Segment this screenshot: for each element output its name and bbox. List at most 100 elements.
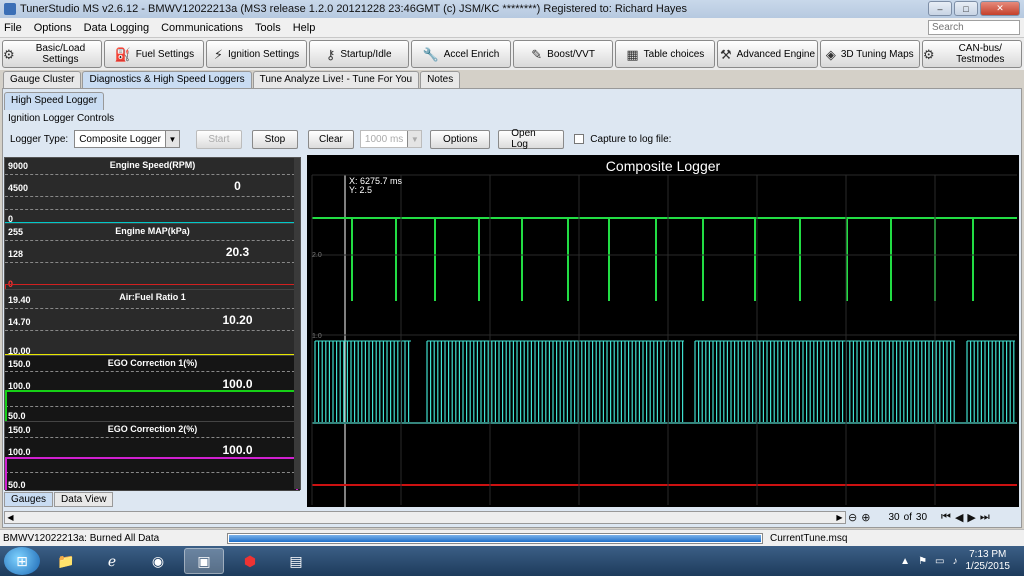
start-button[interactable]: ⊞ [4,547,40,575]
gauge-max: 150.0 [8,425,31,435]
key-icon: ⚷ [325,46,336,62]
gauge-divider [5,174,300,175]
menu-data-logging[interactable]: Data Logging [84,22,149,34]
tab-notes[interactable]: Notes [420,71,461,88]
interval-value: 1000 ms [364,133,404,145]
file-explorer-icon[interactable]: 📁 [46,548,86,574]
stop-sign-app-icon[interactable]: ⬢ [230,548,270,574]
tab-gauges[interactable]: Gauges [4,492,54,507]
startup-idle-button[interactable]: ⚷ Startup/Idle [308,40,409,68]
3d-tuning-maps-button[interactable]: ◈ 3D Tuning Maps [819,40,920,68]
gauge-divider [5,209,300,210]
minimize-button[interactable]: – [928,1,952,16]
gauge-air-fuel-ratio: Air:Fuel Ratio 1 19.40 14.70 10.00 10.20 [5,290,300,356]
logger-type-value: Composite Logger [79,133,161,145]
gauge-title: EGO Correction 2(%) [107,424,198,434]
gauge-ego-correction-1: EGO Correction 1(%) 150.0 100.0 50.0 100… [5,356,300,422]
menu-communications[interactable]: Communications [161,22,243,34]
gauge-scrollbar[interactable] [294,158,300,489]
main-toolbar: ⚙ Basic/Load Settings ⛽ Fuel Settings ⚡ Ign… [0,38,1024,70]
tab-diagnostics[interactable]: Diagnostics & High Speed Loggers [82,71,252,88]
log-navigation: ⊖ ⊕ 30 of 30 ⏮ ◀ ▶ ⏭ [848,510,990,525]
gauge-divider [5,330,300,331]
open-log-button[interactable]: Open Log [498,128,565,150]
button-label: Advanced Engine [736,48,816,60]
volume-icon[interactable]: ♪ [953,556,958,567]
maximize-button[interactable]: □ [954,1,978,16]
y-tick-bottom: 1.0 [312,333,322,340]
fuel-settings-button[interactable]: ⛽ Fuel Settings [104,40,205,68]
capture-checkbox[interactable] [574,134,585,144]
gauge-view-tabs: Gauges Data View [4,492,114,507]
chart-horizontal-scrollbar[interactable]: ◀ ▶ [4,511,846,524]
menu-help[interactable]: Help [293,22,316,34]
boost-vvt-button[interactable]: ✎ Boost/VVT [513,40,614,68]
battery-icon[interactable]: ▭ [935,556,944,567]
gauge-divider [5,196,300,197]
menu-options[interactable]: Options [34,22,72,34]
table-choices-button[interactable]: ▦ Table choices [615,40,716,68]
map-icon: ◈ [825,46,836,62]
advanced-engine-button[interactable]: ⚒ Advanced Engine [717,40,818,68]
zoom-out-icon[interactable]: ⊖ [848,511,857,524]
tunerstudio-taskbar-icon[interactable]: ▣ [184,548,224,574]
button-label: Fuel Settings [135,48,195,60]
button-label: Accel Enrich [443,48,500,60]
stop-button[interactable]: Stop [251,129,298,149]
title-bar: TunerStudio MS v2.6.12 - BMWV12022213a (… [0,0,1024,18]
button-label: Ignition Settings [227,48,300,60]
options-button[interactable]: Options [430,129,491,149]
page-current: 30 [888,512,900,523]
accel-enrich-button[interactable]: 🔧 Accel Enrich [410,40,512,68]
interval-select[interactable]: 1000 ms ▼ [359,130,423,148]
chevron-down-icon: ▼ [407,131,422,147]
clock[interactable]: 7:13 PM 1/25/2015 [966,549,1011,573]
scroll-left-icon[interactable]: ◀ [5,512,16,523]
chart-canvas: X: 6275.7 ms Y: 2.5 2.0 1.0 [311,174,1017,507]
status-message: BMWV12022213a: Burned All Data [3,532,160,544]
gauge-max: 9000 [8,161,29,171]
next-page-icon[interactable]: ▶ [967,511,975,524]
clock-time: 7:13 PM [969,549,1007,560]
clock-date: 1/25/2015 [965,561,1011,572]
flag-icon[interactable]: ⚑ [918,556,927,567]
can-bus-icon: ⚙ [922,46,935,62]
composite-logger-chart[interactable]: Composite Logger X: 6275.7 ms Y: 2.5 2.0… [307,155,1019,507]
gauge-divider [5,240,300,241]
tab-gauge-cluster[interactable]: Gauge Cluster [3,71,82,88]
ignition-settings-button[interactable]: ⚡ Ignition Settings [206,40,307,68]
zoom-in-icon[interactable]: ⊕ [861,511,870,524]
basic-load-settings-button[interactable]: ⚙ Basic/Load Settings [2,40,103,68]
firefox-icon[interactable]: ◉ [138,548,178,574]
gauge-mid: 4500 [8,183,29,193]
logger-controls: Logger Type: Composite Logger ▼ Start St… [10,128,671,150]
scroll-right-icon[interactable]: ▶ [834,512,845,523]
app-icon [4,3,16,15]
previous-page-icon[interactable]: ◀ [955,511,963,524]
menu-tools[interactable]: Tools [255,22,281,34]
y-tick-top: 2.0 [312,252,322,259]
search-input[interactable] [928,20,1020,35]
last-page-icon[interactable]: ⏭ [980,511,990,524]
archive-app-icon[interactable]: ▤ [276,548,316,574]
menu-file[interactable]: File [4,22,22,34]
gauge-ego-correction-2: EGO Correction 2(%) 150.0 100.0 50.0 100… [5,422,300,491]
clear-button[interactable]: Clear [307,129,354,149]
page-total: 30 [915,512,928,523]
close-button[interactable]: ✕ [980,1,1020,16]
gauge-max: 255 [8,227,24,237]
can-bus-testmodes-button[interactable]: ⚙ CAN-bus/ Testmodes [921,40,1023,68]
tab-data-view[interactable]: Data View [54,492,114,507]
cursor-y-readout: Y: 2.5 [349,185,372,195]
gauge-value: 10.20 [222,313,253,327]
burn-progress-bar [227,532,763,544]
internet-explorer-icon[interactable]: ℯ [92,548,132,574]
gauge-value: 20.3 [225,245,250,259]
main-tabs: Gauge Cluster Diagnostics & High Speed L… [0,71,1024,88]
logger-type-select[interactable]: Composite Logger ▼ [74,130,180,148]
tab-high-speed-logger[interactable]: High Speed Logger [4,92,105,110]
show-hidden-icons-icon[interactable]: ▲ [900,556,910,567]
start-button[interactable]: Start [195,129,242,149]
first-page-icon[interactable]: ⏮ [941,511,951,524]
tab-tune-analyze[interactable]: Tune Analyze Live! - Tune For You [252,71,420,88]
